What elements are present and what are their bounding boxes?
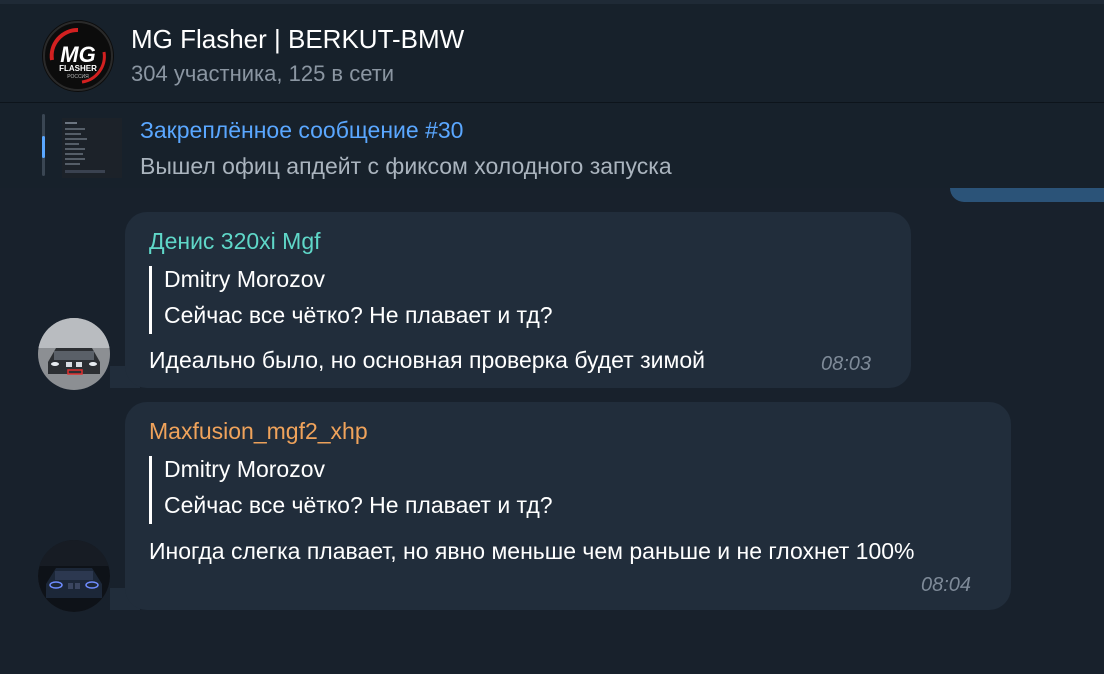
white-bmw-car-icon[interactable] [38, 318, 110, 390]
mg-flasher-logo-icon[interactable]: MG FLASHER РОССИЯ [42, 20, 114, 92]
message-bubble[interactable]: Maxfusion_mgf2_xhp Dmitry Morozov Сейчас… [125, 402, 1011, 610]
reply-author: Dmitry Morozov [164, 456, 326, 482]
message-sender[interactable]: Денис 320xi Mgf [149, 228, 321, 255]
chat-title[interactable]: MG Flasher | BERKUT-BMW [131, 24, 464, 55]
pinned-message-bar[interactable]: Закреплённое сообщение #30 Вышел офиц ап… [0, 103, 1104, 188]
message-text: Иногда слегка плавает, но явно меньше че… [149, 538, 915, 564]
reply-quote[interactable]: Dmitry Morozov Сейчас все чётко? Не плав… [149, 456, 752, 524]
message-time: 08:03 [821, 353, 872, 375]
dark-bmw-car-icon[interactable] [38, 540, 110, 612]
pinned-text: Вышел офиц апдейт с фиксом холодного зап… [140, 153, 672, 179]
logo-text-sub: FLASHER [59, 64, 97, 73]
reply-text: Сейчас все чётко? Не плавает и тд? [164, 492, 553, 518]
chat-header[interactable]: MG FLASHER РОССИЯ MG Flasher | BERKUT-BM… [0, 4, 1104, 103]
message-time: 08:04 [921, 574, 972, 596]
outgoing-bubble-edge [950, 188, 1104, 202]
logo-text-small: РОССИЯ [67, 74, 89, 80]
reply-text: Сейчас все чётко? Не плавает и тд? [164, 302, 553, 328]
pinned-thumbnail [62, 118, 122, 178]
chat-member-count: 304 участника, 125 в сети [131, 61, 395, 86]
message-bubble[interactable]: Денис 320xi Mgf Dmitry Morozov Сейчас вс… [125, 212, 911, 388]
reply-author: Dmitry Morozov [164, 266, 326, 292]
message-text: Идеально было, но основная проверка буде… [149, 347, 705, 373]
message-sender[interactable]: Maxfusion_mgf2_xhp [149, 418, 368, 445]
reply-quote[interactable]: Dmitry Morozov Сейчас все чётко? Не плав… [149, 266, 752, 334]
pinned-indicator-active [42, 136, 45, 158]
pinned-title: Закреплённое сообщение #30 [140, 117, 464, 143]
